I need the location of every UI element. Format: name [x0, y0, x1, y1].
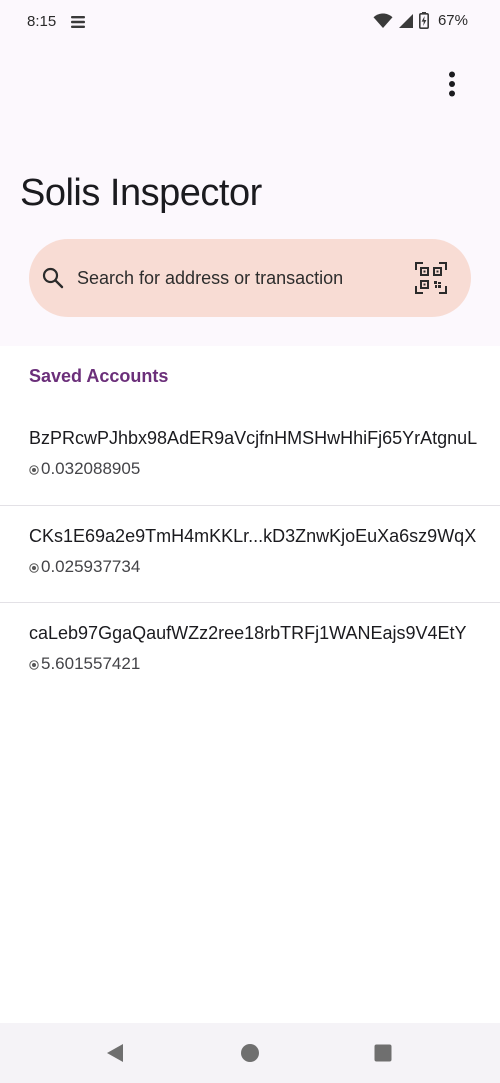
account-list-item[interactable]: BzPRcwPJhbx98AdER9aVcjfnHMSHwHhiFj65YrAt… — [0, 408, 500, 505]
wifi-icon — [373, 12, 393, 28]
account-balance-row: 0.032088905 — [29, 459, 140, 479]
back-icon[interactable] — [104, 1042, 126, 1064]
saved-accounts-title: Saved Accounts — [29, 366, 169, 386]
search-bar[interactable] — [29, 239, 471, 317]
sol-currency-icon — [29, 465, 39, 475]
account-balance: 5.601557421 — [41, 654, 141, 673]
home-icon[interactable] — [240, 1043, 260, 1063]
app-screen: 8:15 67% Solis Inspector Search for addr… — [0, 0, 500, 1083]
status-bar: 8:15 67% — [0, 0, 500, 46]
saved-accounts-list: BzPRcwPJhbx98AdER9aVcjfnHMSHwHhiFj65YrAt… — [0, 408, 500, 699]
account-list-item[interactable]: CKs1E69a2e9TmH4mKKLr...kD3ZnwKjoEuXa6sz9… — [0, 505, 500, 602]
account-balance: 0.025937734 — [41, 557, 141, 576]
header-area: 8:15 67% Solis Inspector Search for addr… — [0, 0, 500, 346]
more-vert-icon — [449, 71, 455, 97]
sol-currency-icon — [29, 563, 39, 573]
account-balance: 0.032088905 — [41, 459, 141, 478]
account-address: caLeb97GgaQaufWZz2ree18rbTRFj1WANEajs9V4… — [29, 623, 467, 643]
status-indicators: 67% — [373, 12, 468, 29]
battery-percentage: 67% — [437, 12, 468, 29]
search-icon — [42, 267, 64, 289]
account-balance-row: 5.601557421 — [29, 654, 140, 674]
system-navigation-bar — [0, 1023, 500, 1083]
search-input[interactable] — [77, 265, 397, 291]
status-time: 8:15 — [27, 13, 57, 30]
battery-icon — [418, 12, 429, 29]
sol-currency-icon — [29, 660, 39, 670]
account-balance-row: 0.025937734 — [29, 557, 140, 577]
account-address: BzPRcwPJhbx98AdER9aVcjfnHMSHwHhiFj65YrAt… — [29, 428, 478, 448]
recents-icon[interactable] — [374, 1044, 392, 1062]
notification-icon — [71, 16, 85, 28]
qr-code-scan-icon[interactable] — [415, 262, 447, 294]
cellular-signal-icon — [398, 13, 413, 28]
account-address: CKs1E69a2e9TmH4mKKLr...kD3ZnwKjoEuXa6sz9… — [29, 526, 477, 546]
account-list-item[interactable]: caLeb97GgaQaufWZz2ree18rbTRFj1WANEajs9V4… — [0, 602, 500, 699]
overflow-menu-button[interactable] — [432, 64, 472, 104]
app-title: Solis Inspector — [20, 172, 262, 214]
